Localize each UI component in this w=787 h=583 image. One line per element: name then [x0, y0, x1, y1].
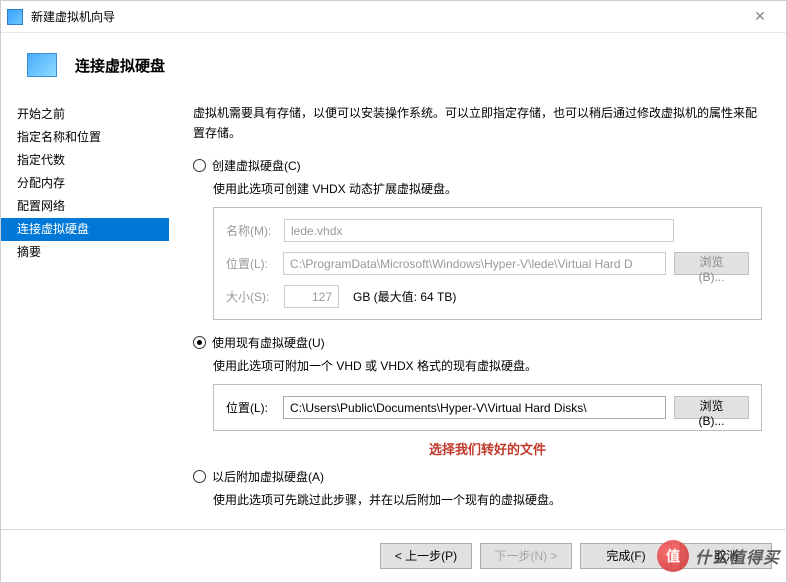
- option-create-disk: 创建虚拟硬盘(C) 使用此选项可创建 VHDX 动态扩展虚拟硬盘。 名称(M):…: [193, 157, 762, 320]
- radio-attach-later[interactable]: [193, 470, 206, 483]
- create-desc: 使用此选项可创建 VHDX 动态扩展虚拟硬盘。: [213, 180, 762, 197]
- wizard-steps-sidebar: 开始之前 指定名称和位置 指定代数 分配内存 配置网络 连接虚拟硬盘 摘要: [1, 97, 169, 529]
- radio-create-disk[interactable]: [193, 159, 206, 172]
- radio-create-label: 创建虚拟硬盘(C): [212, 157, 301, 174]
- size-label: 大小(S):: [226, 288, 276, 305]
- next-button[interactable]: 下一步(N) >: [480, 543, 572, 569]
- location-label-create: 位置(L):: [226, 255, 275, 272]
- option-existing-disk: 使用现有虚拟硬盘(U) 使用此选项可附加一个 VHD 或 VHDX 格式的现有虚…: [193, 334, 762, 458]
- wizard-content: 虚拟机需要具有存储，以便可以安装操作系统。可以立即指定存储，也可以稍后通过修改虚…: [169, 97, 786, 529]
- step-connect-disk[interactable]: 连接虚拟硬盘: [1, 218, 169, 241]
- location-input-existing[interactable]: [283, 396, 666, 419]
- name-input: [284, 219, 674, 242]
- radio-existing-label: 使用现有虚拟硬盘(U): [212, 334, 325, 351]
- previous-button[interactable]: < 上一步(P): [380, 543, 472, 569]
- app-icon: [7, 9, 23, 25]
- wizard-icon: [27, 53, 57, 77]
- cancel-button[interactable]: 取消: [680, 543, 772, 569]
- title-bar: 新建虚拟机向导 ✕: [1, 1, 786, 33]
- window-title: 新建虚拟机向导: [31, 8, 740, 25]
- page-title: 连接虚拟硬盘: [75, 55, 165, 76]
- later-desc: 使用此选项可先跳过此步骤，并在以后附加一个现有的虚拟硬盘。: [213, 491, 762, 508]
- location-label-existing: 位置(L):: [226, 399, 275, 416]
- wizard-header: 连接虚拟硬盘: [1, 33, 786, 97]
- existing-form: 位置(L): 浏览(B)...: [213, 384, 762, 431]
- radio-existing-disk[interactable]: [193, 336, 206, 349]
- step-name-location[interactable]: 指定名称和位置: [1, 126, 169, 149]
- name-label: 名称(M):: [226, 222, 276, 239]
- wizard-footer: < 上一步(P) 下一步(N) > 完成(F) 取消 值 什么值得买: [1, 529, 786, 581]
- existing-desc: 使用此选项可附加一个 VHD 或 VHDX 格式的现有虚拟硬盘。: [213, 357, 762, 374]
- create-form: 名称(M): 位置(L): 浏览(B)... 大小(S): GB (最大值: 6…: [213, 207, 762, 320]
- step-network[interactable]: 配置网络: [1, 195, 169, 218]
- size-unit: GB (最大值: 64 TB): [353, 288, 456, 305]
- intro-text: 虚拟机需要具有存储，以便可以安装操作系统。可以立即指定存储，也可以稍后通过修改虚…: [193, 103, 762, 143]
- annotation-text: 选择我们转好的文件: [213, 439, 762, 458]
- browse-button-existing[interactable]: 浏览(B)...: [674, 396, 749, 419]
- finish-button[interactable]: 完成(F): [580, 543, 672, 569]
- step-memory[interactable]: 分配内存: [1, 172, 169, 195]
- close-button[interactable]: ✕: [740, 1, 780, 32]
- step-summary[interactable]: 摘要: [1, 241, 169, 264]
- browse-button-create: 浏览(B)...: [674, 252, 749, 275]
- option-attach-later: 以后附加虚拟硬盘(A) 使用此选项可先跳过此步骤，并在以后附加一个现有的虚拟硬盘…: [193, 468, 762, 508]
- step-before-begin[interactable]: 开始之前: [1, 103, 169, 126]
- radio-later-label: 以后附加虚拟硬盘(A): [212, 468, 324, 485]
- location-input-create: [283, 252, 666, 275]
- size-input: [284, 285, 339, 308]
- step-generation[interactable]: 指定代数: [1, 149, 169, 172]
